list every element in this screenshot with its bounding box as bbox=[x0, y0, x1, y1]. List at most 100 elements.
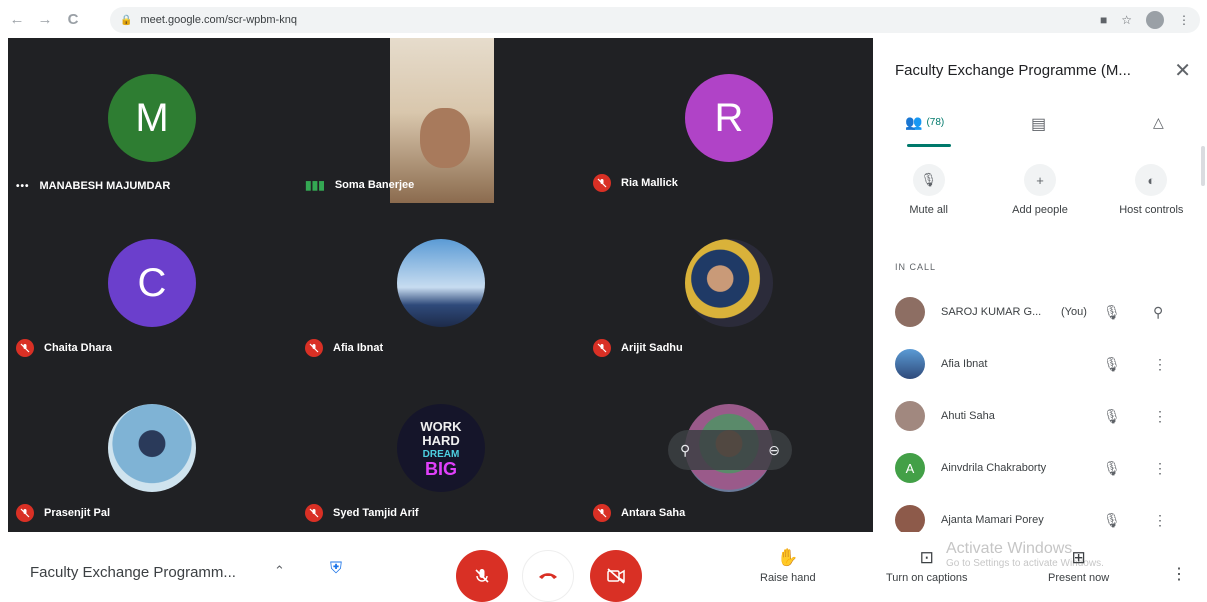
list-item[interactable]: A Ainvdrila Chakraborty 🎙 ⋮ bbox=[873, 442, 1207, 494]
participant-name-label: Chaita Dhara bbox=[16, 339, 112, 357]
camera-toggle-button[interactable] bbox=[590, 550, 642, 602]
mic-off-icon[interactable]: 🎙 bbox=[1103, 460, 1121, 477]
participant-tile[interactable]: ▮▮▮ Soma Banerjee bbox=[297, 38, 585, 203]
chevron-up-icon[interactable]: ⌃ bbox=[274, 563, 285, 579]
participant-name-label: Ria Mallick bbox=[593, 174, 678, 192]
mic-toggle-button[interactable] bbox=[456, 550, 508, 602]
raise-hand-label: Raise hand bbox=[760, 572, 816, 584]
activities-icon: △ bbox=[1153, 114, 1164, 130]
avatar bbox=[895, 505, 925, 535]
video-grid: M ••• MANABESH MAJUMDAR ▮▮▮ Soma Banerje… bbox=[8, 38, 873, 532]
watermark-subtitle: Go to Settings to activate Windows. bbox=[946, 558, 1104, 569]
participant-name: Afia Ibnat bbox=[941, 358, 988, 370]
participant-tile[interactable]: WORK HARD DREAM BIG Syed Tamjid Arif bbox=[297, 368, 585, 532]
participant-name-label: Arijit Sadhu bbox=[593, 339, 683, 357]
list-item[interactable]: SAROJ KUMAR G... (You) 🎙 ⚲ bbox=[873, 286, 1207, 338]
tab-activities[interactable]: △ bbox=[1153, 114, 1164, 131]
more-vert-icon[interactable]: ⋮ bbox=[1153, 512, 1167, 529]
mic-off-icon bbox=[305, 504, 323, 522]
address-bar[interactable]: 🔒 meet.google.com/scr-wpbm-knq ■ ☆ ⋮ bbox=[110, 7, 1200, 33]
activation-watermark: Activate Windows Go to Settings to activ… bbox=[946, 540, 1104, 569]
camera-off-icon bbox=[607, 568, 625, 584]
action-label: Add people bbox=[1012, 204, 1068, 216]
mic-off-icon[interactable]: 🎙 bbox=[1103, 408, 1121, 425]
avatar: WORK HARD DREAM BIG bbox=[397, 404, 485, 492]
camera-indicator-icon[interactable]: ■ bbox=[1100, 13, 1107, 27]
participant-list: SAROJ KUMAR G... (You) 🎙 ⚲ Afia Ibnat 🎙 … bbox=[873, 286, 1207, 546]
participant-name: MANABESH MAJUMDAR bbox=[39, 180, 171, 192]
video-face bbox=[420, 108, 470, 168]
audio-dots-icon: ••• bbox=[16, 180, 30, 192]
participant-name-label: Antara Saha bbox=[593, 504, 685, 522]
participant-tile[interactable]: Arijit Sadhu bbox=[585, 203, 873, 367]
more-vert-icon[interactable]: ⋮ bbox=[1153, 460, 1167, 477]
avatar bbox=[895, 349, 925, 379]
mic-off-icon bbox=[305, 339, 323, 357]
participant-name: Ajanta Mamari Porey bbox=[941, 514, 1044, 526]
toggle-icon: ◐ bbox=[1135, 164, 1168, 196]
pin-icon[interactable]: ⚲ bbox=[1153, 304, 1163, 321]
mic-off-icon[interactable]: 🎙 bbox=[1103, 512, 1121, 529]
browser-menu-icon[interactable]: ⋮ bbox=[1178, 13, 1190, 27]
remove-icon[interactable]: ⊖ bbox=[768, 442, 780, 459]
captions-label: Turn on captions bbox=[886, 572, 968, 584]
participant-name-label: ▮▮▮ Soma Banerjee bbox=[305, 178, 414, 192]
hang-up-icon bbox=[539, 573, 557, 579]
forward-icon[interactable]: → bbox=[34, 8, 56, 30]
participant-tile[interactable]: Afia Ibnat bbox=[297, 203, 585, 367]
more-options-icon[interactable]: ⋮ bbox=[1171, 564, 1187, 584]
mic-off-icon bbox=[593, 339, 611, 357]
mic-off-icon[interactable]: 🎙 bbox=[1103, 304, 1121, 321]
avatar bbox=[895, 297, 925, 327]
mic-off-icon bbox=[593, 174, 611, 192]
action-label: Host controls bbox=[1119, 204, 1184, 216]
panel-tabs: 👥 (78) ▤ △ bbox=[873, 106, 1207, 150]
participant-name: Antara Saha bbox=[621, 507, 686, 519]
participant-tile[interactable]: M ••• MANABESH MAJUMDAR bbox=[8, 38, 296, 202]
profile-avatar[interactable] bbox=[1146, 11, 1164, 29]
add-people-button[interactable]: + Add people bbox=[984, 164, 1095, 234]
bookmark-star-icon[interactable]: ☆ bbox=[1121, 13, 1132, 27]
mute-all-button[interactable]: 🎙 Mute all bbox=[873, 164, 984, 234]
leave-call-button[interactable] bbox=[522, 550, 574, 602]
people-icon: 👥 bbox=[905, 114, 923, 130]
back-icon[interactable]: ← bbox=[6, 8, 28, 30]
lock-icon: 🔒 bbox=[120, 14, 133, 26]
more-vert-icon[interactable]: ⋮ bbox=[1153, 356, 1167, 373]
mic-off-icon[interactable]: 🎙 bbox=[1103, 356, 1121, 373]
tab-underline bbox=[907, 144, 951, 147]
call-controls-bar: Faculty Exchange Programm... ⌃ ⛨ ✋ Raise… bbox=[0, 532, 1207, 602]
avatar bbox=[108, 404, 196, 492]
meeting-name[interactable]: Faculty Exchange Programm... bbox=[30, 564, 236, 581]
tab-people[interactable]: 👥 (78) bbox=[905, 114, 944, 131]
participant-name: Ainvdrila Chakraborty bbox=[941, 462, 1047, 474]
mic-off-icon bbox=[16, 504, 34, 522]
host-controls-button[interactable]: ◐ Host controls bbox=[1096, 164, 1207, 234]
participant-name-label: ••• MANABESH MAJUMDAR bbox=[16, 180, 170, 192]
chat-icon: ▤ bbox=[1031, 116, 1047, 133]
person-add-icon: + bbox=[1023, 164, 1056, 196]
raise-hand-button[interactable]: ✋ Raise hand bbox=[760, 548, 816, 584]
participant-name: Prasenjit Pal bbox=[44, 507, 111, 519]
close-icon[interactable]: ✕ bbox=[1174, 58, 1191, 83]
reload-icon[interactable]: C bbox=[62, 8, 84, 30]
browser-toolbar: ← → C 🔒 meet.google.com/scr-wpbm-knq ■ ☆… bbox=[0, 0, 1207, 38]
speaking-indicator-icon: ▮▮▮ bbox=[305, 178, 325, 192]
more-vert-icon[interactable]: ⋮ bbox=[1153, 408, 1167, 425]
action-label: Mute all bbox=[909, 204, 948, 216]
list-item[interactable]: Afia Ibnat 🎙 ⋮ bbox=[873, 338, 1207, 390]
participant-name: Chaita Dhara bbox=[44, 342, 112, 354]
participant-tile[interactable]: Prasenjit Pal bbox=[8, 368, 296, 532]
tab-chat[interactable]: ▤ bbox=[1031, 114, 1046, 134]
pin-icon[interactable]: ⚲ bbox=[680, 442, 690, 459]
participant-tile[interactable]: R Ria Mallick bbox=[585, 38, 873, 202]
participant-tile[interactable]: C Chaita Dhara bbox=[8, 203, 296, 367]
shield-icon[interactable]: ⛨ bbox=[330, 560, 350, 582]
panel-title: Faculty Exchange Programme (M... bbox=[895, 62, 1131, 79]
participant-name: Soma Banerjee bbox=[334, 179, 415, 191]
list-item[interactable]: Ahuti Saha 🎙 ⋮ bbox=[873, 390, 1207, 442]
badge-line: BIG bbox=[424, 459, 457, 479]
in-call-heading: IN CALL bbox=[895, 262, 937, 272]
avatar: M bbox=[108, 74, 196, 162]
mic-off-icon: 🎙 bbox=[912, 164, 945, 196]
